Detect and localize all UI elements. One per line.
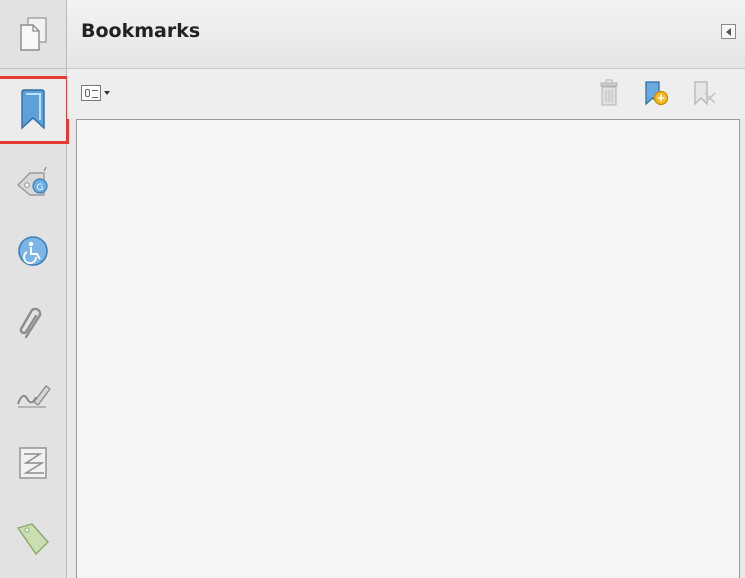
- pages-button[interactable]: [0, 1, 66, 67]
- tag-icon: G: [14, 165, 52, 201]
- attachments-button[interactable]: [0, 292, 66, 358]
- bookmarks-button[interactable]: [0, 76, 69, 144]
- order-button[interactable]: [0, 506, 66, 572]
- signature-icon: [14, 378, 52, 412]
- bookmark-from-selection-icon: [694, 81, 716, 106]
- attachment-icon: [16, 305, 50, 345]
- signatures-button[interactable]: [0, 362, 66, 428]
- chevron-down-icon: [104, 91, 110, 95]
- navigation-rail: G: [0, 0, 69, 578]
- accessibility-button[interactable]: [0, 218, 66, 284]
- trash-icon: [600, 79, 618, 106]
- content-button[interactable]: [0, 430, 66, 496]
- panel-title: Bookmarks: [81, 20, 201, 42]
- label-icon: [14, 520, 52, 558]
- new-bookmark-icon: [645, 81, 669, 106]
- options-icon: [81, 85, 101, 101]
- new-bookmark-from-structure-button[interactable]: [691, 79, 716, 107]
- bookmarks-panel-header: Bookmarks: [67, 0, 745, 69]
- tags-button[interactable]: G: [0, 150, 66, 216]
- svg-text:G: G: [37, 183, 44, 193]
- new-bookmark-button[interactable]: [642, 79, 669, 107]
- pages-icon: [18, 16, 48, 52]
- options-menu-button[interactable]: [81, 82, 119, 104]
- bookmarks-toolbar: [67, 69, 745, 119]
- accessibility-icon: [16, 234, 50, 268]
- rail-divider: [0, 68, 66, 69]
- bookmarks-tree[interactable]: [76, 119, 740, 578]
- bookmark-icon: [18, 88, 48, 132]
- content-icon: [16, 444, 50, 482]
- collapse-panel-button[interactable]: [721, 24, 736, 39]
- delete-bookmark-button[interactable]: [597, 79, 621, 107]
